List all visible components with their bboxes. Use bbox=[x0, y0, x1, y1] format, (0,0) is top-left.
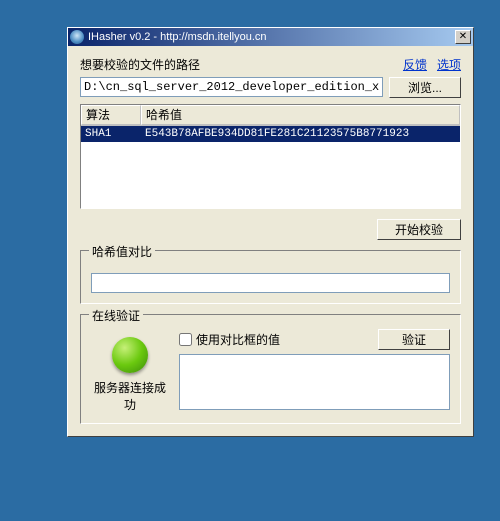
online-result-box[interactable] bbox=[179, 354, 450, 410]
hash-listview[interactable]: 算法 哈希值 SHA1 E543B78AFBE934DD81FE281C2112… bbox=[80, 104, 461, 209]
use-compare-text: 使用对比框的值 bbox=[196, 331, 280, 348]
start-verify-button[interactable]: 开始校验 bbox=[377, 219, 461, 240]
client-area: 想要校验的文件的路径 反馈 选项 浏览... 算法 哈希值 SHA1 E543B… bbox=[68, 46, 473, 436]
server-status-col: 服务器连接成功 bbox=[91, 329, 169, 413]
use-compare-checkbox-label[interactable]: 使用对比框的值 bbox=[179, 331, 280, 348]
close-icon[interactable]: ✕ bbox=[455, 30, 471, 44]
verify-button[interactable]: 验证 bbox=[378, 329, 450, 350]
compare-title: 哈希值对比 bbox=[89, 243, 155, 260]
status-indicator-icon bbox=[112, 337, 148, 373]
main-window: IHasher v0.2 - http://msdn.itellyou.cn ✕… bbox=[67, 27, 474, 437]
col-algorithm[interactable]: 算法 bbox=[81, 105, 141, 125]
listview-header: 算法 哈希值 bbox=[81, 105, 460, 126]
path-input[interactable] bbox=[80, 77, 383, 97]
cell-algo: SHA1 bbox=[81, 126, 141, 142]
window-title: IHasher v0.2 - http://msdn.itellyou.cn bbox=[88, 31, 455, 43]
path-label: 想要校验的文件的路径 bbox=[80, 56, 393, 73]
online-group: 在线验证 服务器连接成功 使用对比框的值 验证 bbox=[80, 314, 461, 424]
path-label-row: 想要校验的文件的路径 反馈 选项 bbox=[80, 56, 461, 73]
titlebar[interactable]: IHasher v0.2 - http://msdn.itellyou.cn ✕ bbox=[68, 28, 473, 46]
col-hash[interactable]: 哈希值 bbox=[141, 105, 460, 125]
options-link[interactable]: 选项 bbox=[437, 56, 461, 73]
compare-group: 哈希值对比 bbox=[80, 250, 461, 304]
start-row: 开始校验 bbox=[80, 219, 461, 240]
online-title: 在线验证 bbox=[89, 307, 143, 324]
browse-button[interactable]: 浏览... bbox=[389, 77, 461, 98]
app-icon bbox=[70, 30, 84, 44]
use-compare-checkbox[interactable] bbox=[179, 333, 192, 346]
cell-hash: E543B78AFBE934DD81FE281C21123575B8771923 bbox=[141, 126, 460, 142]
server-status-text: 服务器连接成功 bbox=[91, 379, 169, 413]
path-row: 浏览... bbox=[80, 77, 461, 98]
table-row[interactable]: SHA1 E543B78AFBE934DD81FE281C21123575B87… bbox=[81, 126, 460, 142]
feedback-link[interactable]: 反馈 bbox=[403, 56, 427, 73]
compare-input[interactable] bbox=[91, 273, 450, 293]
